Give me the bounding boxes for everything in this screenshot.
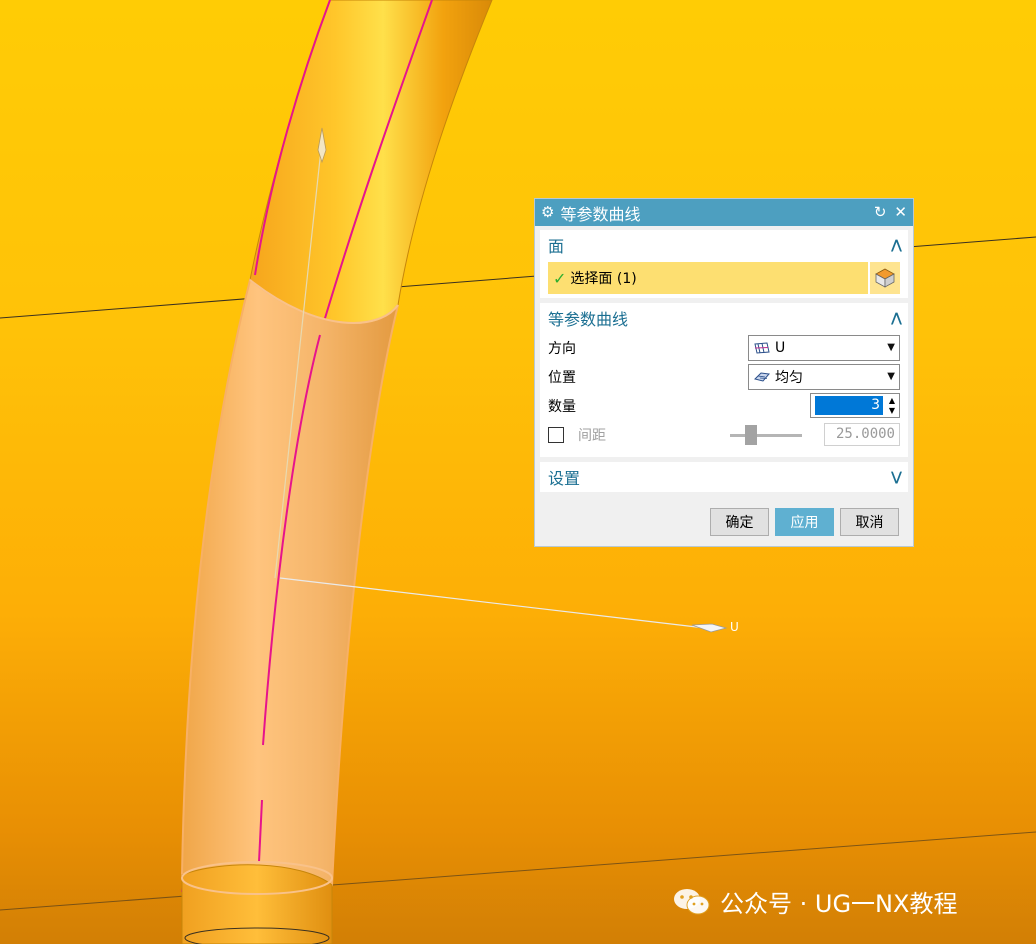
chevron-down-icon[interactable]: ⋁: [891, 470, 902, 485]
spacing-row: 间距 25.0000: [540, 420, 908, 449]
dropdown-arrow-icon: ▼: [887, 342, 895, 353]
u-arrowhead: [691, 623, 728, 633]
face-section-title: 面: [548, 237, 565, 256]
u-axis-label: U: [730, 620, 739, 634]
dialog-buttons: 确定 应用 取消: [710, 508, 899, 536]
uniform-icon: [754, 371, 770, 382]
reset-icon[interactable]: ↻: [874, 205, 887, 220]
select-face-row[interactable]: ✓ 选择面 (1): [548, 262, 900, 294]
count-input[interactable]: 3: [815, 396, 883, 415]
chevron-up-icon[interactable]: ⋀: [891, 311, 902, 326]
direction-row: 方向 U ▼: [540, 333, 908, 362]
position-dropdown[interactable]: 均匀 ▼: [748, 363, 900, 390]
direction-value: U: [775, 339, 786, 356]
face-section-header[interactable]: 面 ⋀: [540, 230, 908, 260]
iso-curve-section: 等参数曲线 ⋀ 方向 U ▼ 位置 均匀 ▼ 数量 3 ▲ ▼ 间距 25.00…: [540, 303, 908, 457]
select-face-label: 选择面 (1): [570, 271, 637, 287]
settings-section-header[interactable]: 设置 ⋁: [540, 462, 908, 492]
spinner-arrows[interactable]: ▲ ▼: [885, 394, 899, 417]
face-cube-icon: [875, 268, 895, 288]
tube-upper[interactable]: [249, 0, 493, 324]
count-spinner[interactable]: 3 ▲ ▼: [810, 393, 900, 418]
tube-selected-face[interactable]: [180, 278, 399, 887]
position-row: 位置 均匀 ▼: [540, 362, 908, 391]
close-icon[interactable]: ✕: [894, 205, 907, 220]
iso-curve-section-title: 等参数曲线: [548, 310, 629, 329]
count-row: 数量 3 ▲ ▼: [540, 391, 908, 420]
apply-button[interactable]: 应用: [775, 508, 834, 536]
chevron-up-icon[interactable]: ⋀: [891, 238, 902, 253]
check-icon: ✓: [553, 268, 567, 288]
direction-dropdown[interactable]: U ▼: [748, 334, 900, 361]
position-label: 位置: [548, 369, 576, 386]
gear-icon: ⚙: [541, 203, 555, 221]
spin-down-icon[interactable]: ▼: [889, 406, 895, 416]
watermark-text: 公众号 · UG一NX教程: [720, 890, 958, 918]
spacing-label: 间距: [578, 427, 606, 444]
spacing-checkbox[interactable]: [548, 426, 564, 443]
spacing-slider[interactable]: [730, 424, 802, 445]
slider-track: [730, 433, 802, 437]
settings-section-title: 设置: [548, 469, 581, 488]
settings-section: 设置 ⋁: [540, 462, 908, 492]
count-label: 数量: [548, 398, 576, 415]
u-direction-icon: [754, 341, 770, 354]
spin-up-icon[interactable]: ▲: [889, 396, 895, 406]
isoparametric-curve-dialog: ⚙ 等参数曲线 ↻ ✕ 面 ⋀ ✓ 选择面 (1) 等参数曲线 ⋀ 方向 U ▼…: [534, 198, 914, 547]
watermark: 公众号 · UG一NX教程: [672, 884, 957, 919]
wechat-icon: [674, 888, 710, 914]
direction-label: 方向: [548, 340, 576, 357]
dropdown-arrow-icon: ▼: [887, 371, 895, 382]
ok-button[interactable]: 确定: [710, 508, 769, 536]
position-value: 均匀: [775, 369, 803, 386]
cancel-button[interactable]: 取消: [840, 508, 899, 536]
face-section: 面 ⋀ ✓ 选择面 (1): [540, 230, 908, 298]
slider-thumb[interactable]: [745, 424, 757, 445]
iso-curve-section-header[interactable]: 等参数曲线 ⋀: [540, 303, 908, 333]
tube-lower-segment[interactable]: [181, 864, 333, 944]
dialog-titlebar[interactable]: ⚙ 等参数曲线 ↻ ✕: [535, 199, 913, 226]
spacing-input[interactable]: 25.0000: [824, 423, 900, 446]
face-select-button[interactable]: [868, 262, 900, 294]
dialog-title: 等参数曲线: [560, 204, 641, 224]
